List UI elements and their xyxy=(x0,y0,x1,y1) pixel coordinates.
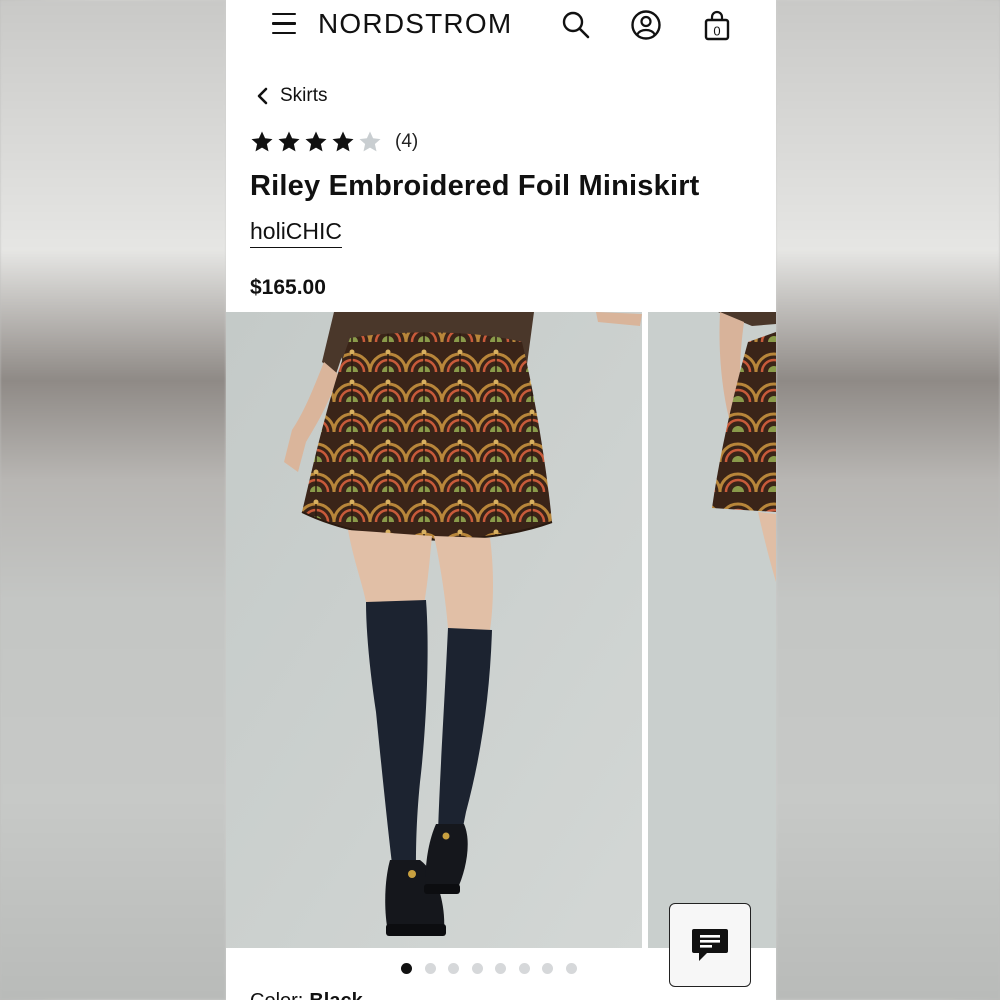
star-icon xyxy=(251,131,273,152)
color-label: Color: xyxy=(250,990,303,1000)
product-image-gallery[interactable] xyxy=(226,312,776,948)
product-image-1[interactable] xyxy=(226,312,642,948)
account-icon[interactable] xyxy=(630,9,662,41)
color-selection: Color: Black xyxy=(250,990,363,1000)
breadcrumb-label: Skirts xyxy=(280,85,328,106)
gallery-dot[interactable] xyxy=(448,963,459,974)
star-icon xyxy=(332,131,354,152)
star-icon xyxy=(278,131,300,152)
chevron-left-icon xyxy=(257,87,268,105)
background-blur-left xyxy=(0,0,226,1000)
review-count: (4) xyxy=(395,131,419,152)
shopping-bag-icon[interactable]: 0 xyxy=(701,9,733,41)
product-page: NORDSTROM 0 Skirts (4) Riley Embroidered… xyxy=(226,0,776,1000)
header: NORDSTROM 0 xyxy=(226,0,776,50)
gallery-dot[interactable] xyxy=(401,963,412,974)
chat-button[interactable] xyxy=(669,903,751,987)
breadcrumb-back[interactable]: Skirts xyxy=(256,82,328,110)
star-icon xyxy=(359,131,381,152)
gallery-dot[interactable] xyxy=(542,963,553,974)
search-icon[interactable] xyxy=(560,9,592,41)
gallery-dot[interactable] xyxy=(471,963,483,974)
menu-icon[interactable] xyxy=(272,13,296,35)
rating-stars xyxy=(250,130,385,154)
brand-logo[interactable]: NORDSTROM xyxy=(318,8,512,40)
chat-icon xyxy=(692,929,728,961)
star-icon xyxy=(305,131,327,152)
background-blur-right xyxy=(776,0,1000,1000)
product-brand-link[interactable]: holiCHIC xyxy=(250,218,343,248)
gallery-dot[interactable] xyxy=(424,963,436,974)
product-price: $165.00 xyxy=(250,276,326,299)
gallery-dot[interactable] xyxy=(495,963,506,974)
rating[interactable]: (4) xyxy=(250,130,418,154)
color-value: Black xyxy=(309,990,362,1000)
product-title: Riley Embroidered Foil Miniskirt xyxy=(250,170,700,202)
product-image-2[interactable] xyxy=(648,312,776,948)
gallery-dot[interactable] xyxy=(518,963,530,974)
gallery-dot[interactable] xyxy=(565,963,577,974)
gallery-pagination xyxy=(401,963,589,974)
bag-count: 0 xyxy=(713,24,720,39)
